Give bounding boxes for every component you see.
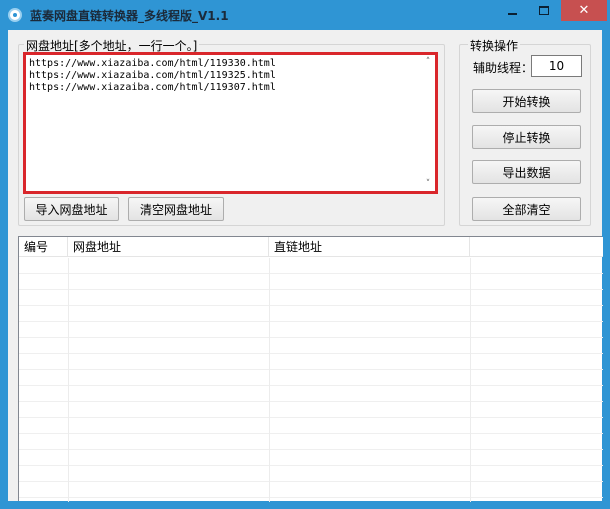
close-button[interactable]: ✕ bbox=[561, 0, 607, 21]
column-header-direct-url[interactable]: 直链地址 bbox=[269, 237, 470, 257]
minimize-button[interactable] bbox=[499, 0, 526, 21]
minimize-icon bbox=[508, 12, 517, 15]
table-rows[interactable] bbox=[19, 258, 603, 502]
url-scrollbar[interactable]: ˄ ˅ bbox=[421, 55, 435, 191]
title-bar[interactable]: 蓝奏网盘直链转换器_多线程版_V1.1 ✕ bbox=[0, 0, 610, 30]
window-title: 蓝奏网盘直链转换器_多线程版_V1.1 bbox=[30, 9, 229, 23]
app-window: 蓝奏网盘直链转换器_多线程版_V1.1 ✕ 网盘地址[多个地址，一行一个。] h… bbox=[0, 0, 610, 509]
close-icon: ✕ bbox=[578, 3, 590, 18]
thread-count-input[interactable]: 10 bbox=[531, 55, 582, 77]
results-table[interactable]: 编号 网盘地址 直链地址 bbox=[18, 236, 603, 502]
column-header-index[interactable]: 编号 bbox=[19, 237, 68, 257]
url-textarea[interactable]: https://www.xiazaiba.com/html/119330.htm… bbox=[23, 52, 438, 194]
client-area: 网盘地址[多个地址，一行一个。] https://www.xiazaiba.co… bbox=[8, 30, 603, 502]
export-data-button[interactable]: 导出数据 bbox=[472, 160, 581, 184]
clear-urls-button[interactable]: 清空网盘地址 bbox=[128, 197, 224, 221]
maximize-icon bbox=[538, 6, 549, 15]
column-header-pan-url[interactable]: 网盘地址 bbox=[68, 237, 269, 257]
start-convert-button[interactable]: 开始转换 bbox=[472, 89, 581, 113]
url-list-text: https://www.xiazaiba.com/html/119330.htm… bbox=[29, 58, 276, 93]
thread-count-label: 辅助线程： bbox=[473, 61, 534, 75]
maximize-button[interactable] bbox=[530, 0, 557, 21]
app-icon bbox=[8, 8, 22, 22]
import-urls-button[interactable]: 导入网盘地址 bbox=[24, 197, 119, 221]
scroll-up-icon[interactable]: ˄ bbox=[424, 58, 432, 67]
operations-group-label: 转换操作 bbox=[468, 37, 521, 54]
clear-all-button[interactable]: 全部清空 bbox=[472, 197, 581, 221]
column-header-empty[interactable] bbox=[470, 237, 603, 257]
stop-convert-button[interactable]: 停止转换 bbox=[472, 125, 581, 149]
scroll-down-icon[interactable]: ˅ bbox=[424, 180, 432, 189]
table-header: 编号 网盘地址 直链地址 bbox=[19, 237, 603, 257]
